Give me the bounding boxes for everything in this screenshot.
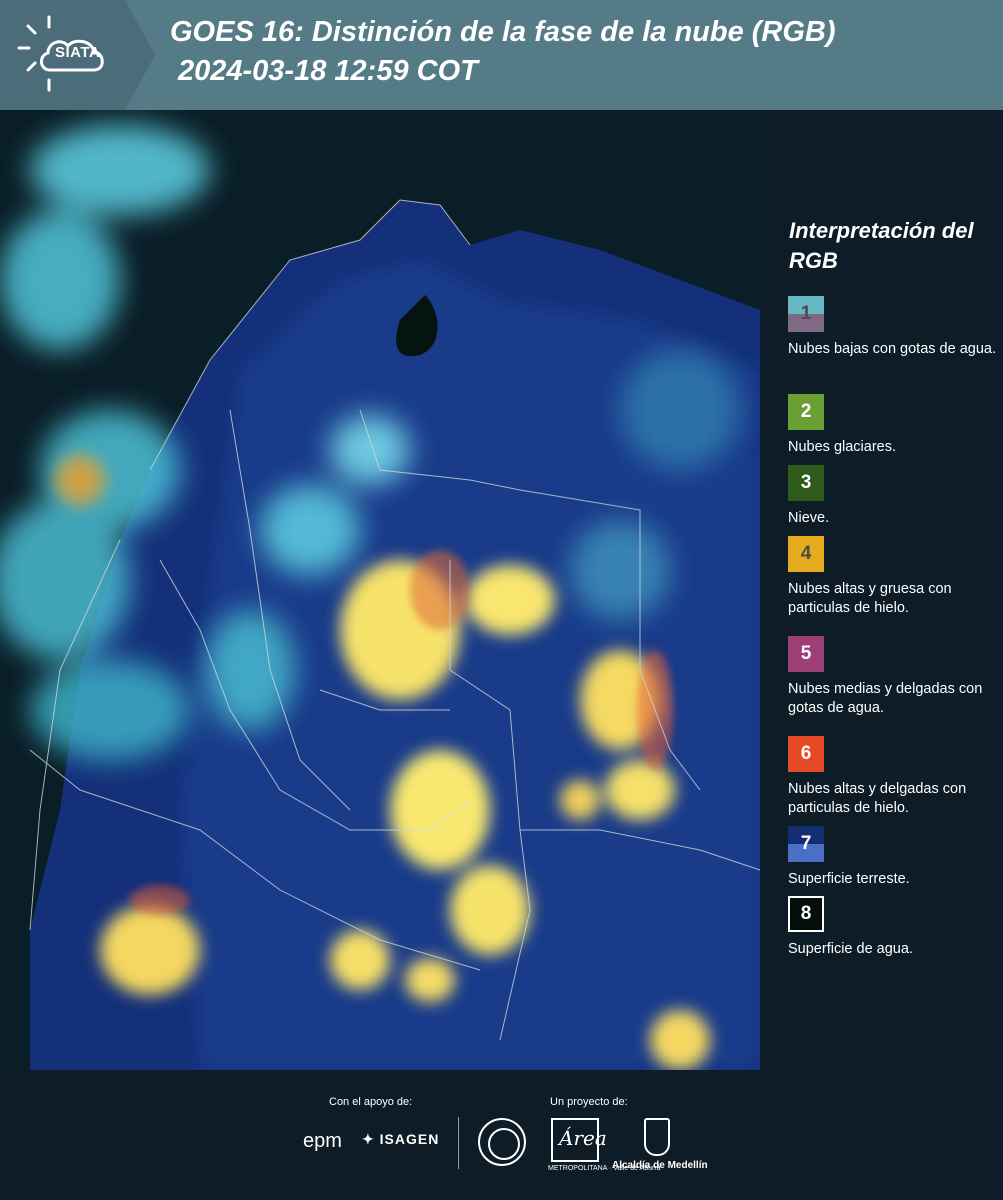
- legend-number: 4: [800, 543, 812, 564]
- legend-item-5: 5 Nubes medias y delgadas con gotas de ag…: [788, 636, 998, 718]
- legend-title: Interpretación del RGB: [789, 218, 974, 273]
- legend-number: 7: [800, 833, 812, 854]
- legend-description: Superficie de agua.: [788, 941, 913, 957]
- legend-number: 2: [800, 401, 812, 422]
- legend-swatch: 2: [788, 394, 824, 430]
- alcaldia-label: Alcaldía de Medellín: [612, 1160, 708, 1171]
- legend-swatch: 6: [788, 736, 824, 772]
- legend-number: 1: [800, 303, 812, 324]
- isagen-logo: ✦ ISAGEN: [362, 1131, 439, 1148]
- satellite-map: [0, 110, 760, 1070]
- footer: Con el apoyo de: Un proyecto de: epm ✦ I…: [0, 1070, 1003, 1200]
- legend-item-7: 7 Superficie terreste.: [788, 826, 998, 889]
- legend-description: Nubes medias y delgadas con gotas de agu…: [788, 681, 983, 716]
- legend-item-1: 1 Nubes bajas con gotas de agua.: [788, 296, 998, 359]
- isagen-label: ISAGEN: [379, 1131, 440, 1147]
- legend-swatch: 4: [788, 536, 824, 572]
- siata-logo: SIATA: [0, 0, 155, 110]
- header-bar: SIATA GOES 16: Distinción de la fase de …: [0, 0, 1003, 110]
- legend-item-3: 3 Nieve.: [788, 465, 998, 528]
- legend-swatch: 3: [788, 465, 824, 501]
- legend-item-4: 4 Nubes altas y gruesa con particulas de …: [788, 536, 998, 618]
- legend-panel: Interpretación del RGB 1 Nubes bajas con …: [775, 110, 1003, 1070]
- logo-text: SIATA: [55, 44, 101, 61]
- legend-number: 6: [800, 743, 812, 764]
- legend-swatch: 1: [788, 296, 824, 332]
- epm-logo: epm: [303, 1130, 342, 1152]
- legend-number: 5: [800, 643, 812, 664]
- project-label: Un proyecto de:: [550, 1096, 628, 1108]
- alcaldia-shield-icon: [644, 1118, 670, 1156]
- legend-description: Superficie terreste.: [788, 871, 910, 887]
- page-title: GOES 16: Distinción de la fase de la nub…: [170, 16, 836, 48]
- legend-swatch: 7: [788, 826, 824, 862]
- support-label: Con el apoyo de:: [329, 1096, 413, 1108]
- legend-swatch: 8: [788, 896, 824, 932]
- legend-number: 8: [800, 903, 812, 924]
- medellin-seal-icon: [478, 1118, 526, 1166]
- isagen-icon: ✦: [362, 1131, 375, 1147]
- legend-item-8: 8 Superficie de agua.: [788, 896, 998, 959]
- legend-number: 3: [800, 472, 812, 493]
- area-logo-script: Área: [559, 1126, 607, 1150]
- legend-swatch: 5: [788, 636, 824, 672]
- footer-divider: [458, 1117, 459, 1169]
- legend-item-2: 2 Nubes glaciares.: [788, 394, 998, 457]
- legend-description: Nubes altas y gruesa con particulas de h…: [788, 581, 952, 616]
- area-metropolitana-logo: Área: [551, 1118, 607, 1162]
- satellite-map-image: [0, 110, 760, 1070]
- legend-description: Nieve.: [788, 510, 830, 526]
- legend-item-6: 6 Nubes altas y delgadas con particulas d…: [788, 736, 998, 818]
- page-timestamp: 2024-03-18 12:59 COT: [178, 55, 478, 87]
- legend-description: Nubes glaciares.: [788, 439, 896, 455]
- legend-description: Nubes bajas con gotas de agua.: [788, 341, 996, 357]
- legend-description: Nubes altas y delgadas con particulas de…: [788, 781, 967, 816]
